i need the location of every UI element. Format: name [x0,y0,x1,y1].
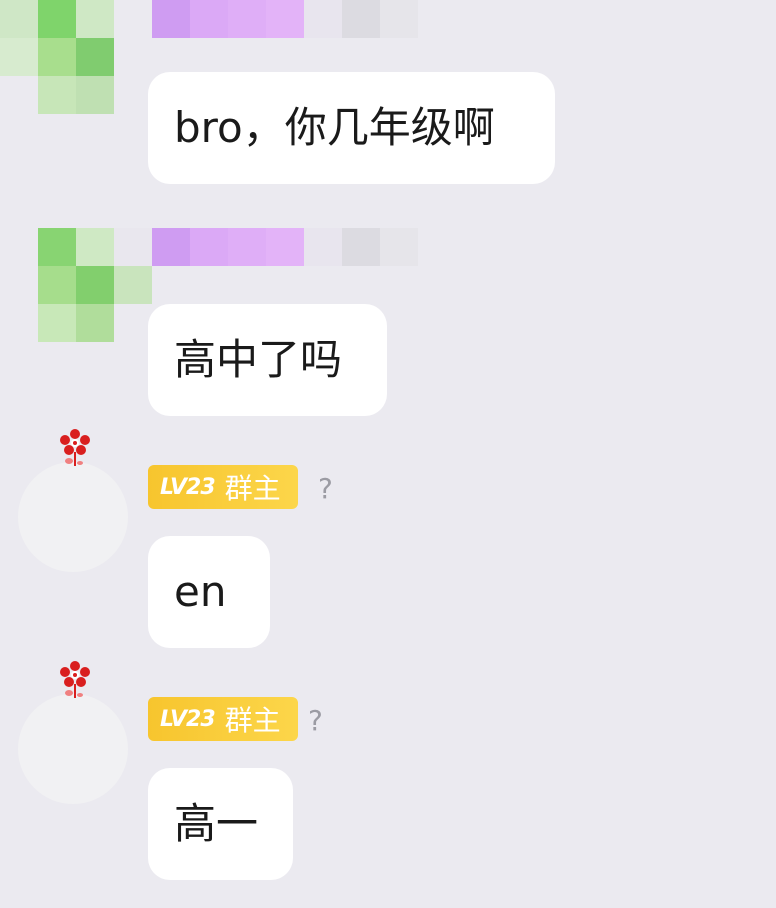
avatar[interactable] [18,462,128,572]
role-label: 群主 [224,472,281,505]
level-label: LV23 [160,474,216,500]
flower-icon [60,661,90,698]
message-bubble[interactable]: 高一 [148,768,293,880]
message-bubble[interactable]: bro，你几年级啊 [148,72,555,184]
sender-name[interactable]: ? [308,704,323,737]
sender-name[interactable] [152,0,418,38]
message-bubble[interactable]: en [148,536,270,648]
role-label: 群主 [224,704,281,737]
message-text: 高中了吗 [174,335,343,384]
level-badge: LV23 群主 [148,465,298,509]
message-text: 高一 [174,799,259,848]
message-text: bro，你几年级啊 [174,103,495,152]
sender-name[interactable] [152,228,418,266]
avatar[interactable] [38,228,152,342]
message-text: en [174,567,227,616]
flower-icon [60,429,90,466]
level-label: LV23 [160,706,216,732]
level-badge: LV23 群主 [148,697,298,741]
avatar[interactable] [18,694,128,804]
message-bubble[interactable]: 高中了吗 [148,304,387,416]
avatar[interactable] [0,0,114,76]
sender-name[interactable]: ? [318,472,333,505]
avatar-fragment [0,76,114,114]
